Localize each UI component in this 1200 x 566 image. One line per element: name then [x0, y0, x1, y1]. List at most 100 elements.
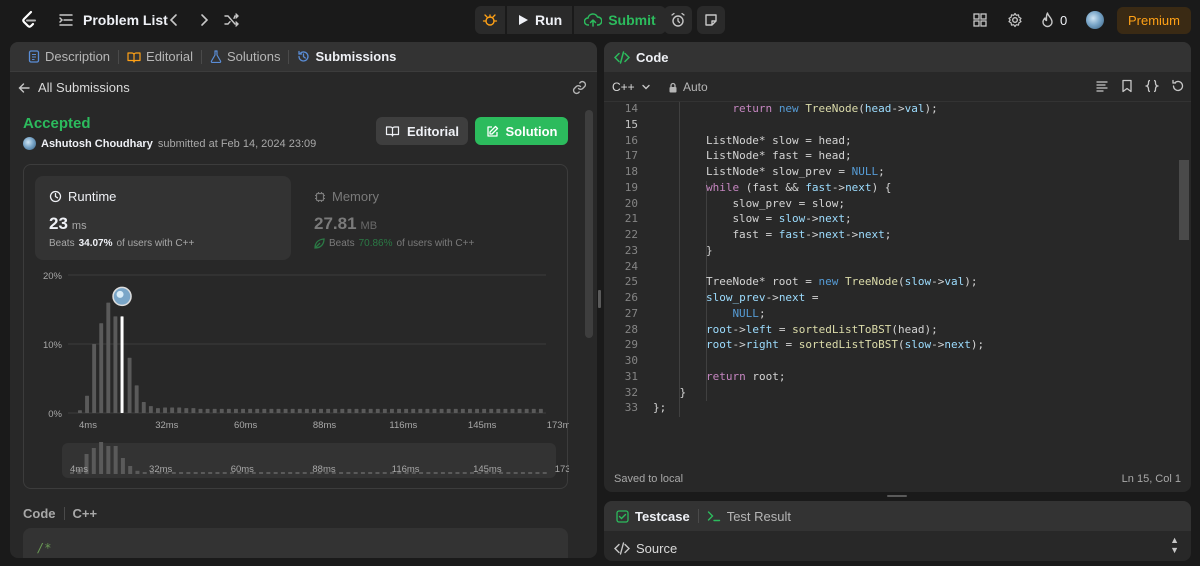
- tab-editorial[interactable]: Editorial: [119, 42, 201, 72]
- code-panel-title: Code: [636, 49, 669, 65]
- chart-bar: [255, 408, 260, 413]
- line-number: 22: [624, 228, 638, 241]
- line-number: 15: [624, 117, 638, 131]
- chart-user-avatar-highlight: [116, 290, 124, 298]
- chart-bar: [297, 408, 302, 413]
- chart-bar: [177, 407, 182, 413]
- cursor-position: Ln 15, Col 1: [1121, 473, 1181, 485]
- chart-bar: [262, 408, 267, 413]
- checkbox-icon: [616, 509, 629, 523]
- testcase-tab-bar: Testcase Test Result: [604, 501, 1191, 531]
- user-avatar[interactable]: [1086, 11, 1104, 29]
- problem-list-link[interactable]: Problem List: [83, 12, 168, 28]
- layout-icon[interactable]: [972, 12, 988, 28]
- submitted-code-block[interactable]: /*: [23, 528, 568, 558]
- tab-label: Solutions: [227, 49, 281, 64]
- code-token: ;: [878, 165, 885, 178]
- code-token: root: [705, 322, 733, 336]
- settings-gear-icon[interactable]: [1007, 12, 1023, 28]
- tab-test-result[interactable]: Test Result: [699, 509, 799, 524]
- language-select[interactable]: C++: [612, 80, 651, 94]
- bookmark-icon[interactable]: [1121, 79, 1133, 93]
- navigator-bar: [513, 472, 518, 474]
- submit-button[interactable]: Submit: [574, 6, 666, 34]
- horizontal-resize-handle[interactable]: [887, 495, 907, 497]
- auto-mode[interactable]: Auto: [668, 80, 708, 94]
- code-token: fast: [778, 228, 806, 241]
- navigator-bar: [440, 472, 445, 474]
- code-token: ->: [765, 291, 779, 304]
- line-number: 18: [624, 165, 638, 178]
- code-line: ListNode* slow = head;: [706, 134, 852, 147]
- runtime-title: Runtime: [49, 189, 116, 204]
- chart-bar: [340, 408, 345, 413]
- code-comment: /*: [37, 541, 52, 555]
- runtime-card[interactable]: Runtime 23 ms Beats 34.07% of users with …: [35, 176, 291, 260]
- chart-bar: [269, 408, 274, 413]
- code-token: ListNode* slow = head;: [705, 133, 852, 147]
- curly-braces-icon[interactable]: [1145, 79, 1159, 93]
- navigator-bar: [360, 472, 365, 474]
- flask-icon: [210, 50, 222, 63]
- test-result-label: Test Result: [726, 508, 791, 524]
- author-name[interactable]: Ashutosh Choudhary: [41, 138, 153, 150]
- code-token: );: [970, 338, 985, 352]
- problem-list-icon[interactable]: [58, 12, 74, 28]
- all-submissions-link[interactable]: All Submissions: [18, 80, 130, 95]
- runtime-number: 23: [49, 214, 68, 233]
- code-editor[interactable]: 14 return new TreeNode(head->val); 15 16 Lis…: [604, 102, 1191, 462]
- editorial-button[interactable]: Editorial: [376, 117, 468, 145]
- document-icon: [28, 50, 40, 63]
- chart-bar: [425, 408, 430, 413]
- editor-scrollbar[interactable]: [1179, 160, 1189, 240]
- source-label[interactable]: Source: [614, 541, 677, 556]
- streak-counter[interactable]: 0: [1041, 12, 1067, 28]
- lock-icon: [669, 82, 677, 92]
- left-panel-scrollbar[interactable]: [585, 110, 593, 338]
- memory-beats-prefix: Beats: [329, 238, 355, 249]
- code-token: TreeNode* root =: [705, 275, 819, 289]
- leetcode-logo-icon[interactable]: [19, 10, 39, 30]
- tab-testcase[interactable]: Testcase: [614, 509, 698, 524]
- format-align-icon[interactable]: [1095, 79, 1109, 93]
- memory-beats-pct: 70.86%: [358, 238, 393, 249]
- memory-card[interactable]: Memory 27.81 MB Beats 70.86% of users wit…: [300, 176, 556, 260]
- code-token: slow =: [732, 212, 779, 226]
- run-button[interactable]: Run: [507, 6, 573, 34]
- premium-button[interactable]: Premium: [1117, 7, 1191, 34]
- navigator-x-tick-label: 145ms: [473, 464, 502, 475]
- navigator-x-tick-label: 4ms: [70, 464, 88, 475]
- run-submit-group: Run Submit: [475, 6, 666, 34]
- debug-button[interactable]: [475, 6, 505, 34]
- testcase-label: Testcase: [635, 508, 690, 524]
- notes-button[interactable]: [697, 6, 725, 34]
- timer-button[interactable]: [664, 6, 692, 34]
- testcase-scroll-arrows[interactable]: ▲ ▼: [1170, 535, 1179, 555]
- copy-link-icon[interactable]: [572, 80, 587, 98]
- reset-icon[interactable]: [1171, 79, 1185, 93]
- tab-description[interactable]: Description: [20, 42, 118, 72]
- navigator-bar: [462, 472, 467, 474]
- tab-solutions[interactable]: Solutions: [202, 42, 288, 72]
- memory-beats: Beats 70.86% of users with C++: [314, 238, 474, 249]
- prev-problem-icon[interactable]: [166, 12, 182, 28]
- chart-bar: [496, 408, 501, 413]
- shuffle-icon[interactable]: [224, 12, 240, 28]
- tab-label: Submissions: [315, 49, 397, 64]
- vertical-resize-handle[interactable]: [598, 290, 601, 308]
- code-token: while: [705, 180, 740, 194]
- memory-title: Memory: [314, 189, 379, 204]
- tab-submissions[interactable]: Submissions: [289, 42, 404, 72]
- runtime-distribution-chart[interactable]: 20% 10% 0% 4ms 32ms 60ms 88ms 116ms 145ms 173ms 4m…: [24, 265, 569, 485]
- chart-bar: [517, 408, 522, 413]
- chart-bar: [276, 408, 281, 413]
- solution-button[interactable]: Solution: [475, 117, 568, 145]
- code-token: =: [805, 291, 819, 304]
- navigator-bar: [339, 472, 344, 474]
- code-token: slow: [904, 275, 932, 289]
- chart-bar: [503, 408, 508, 413]
- line-number: 33: [624, 401, 638, 415]
- next-problem-icon[interactable]: [196, 12, 212, 28]
- navigator-x-tick-label: 32ms: [149, 464, 172, 475]
- language-value: C++: [612, 80, 635, 94]
